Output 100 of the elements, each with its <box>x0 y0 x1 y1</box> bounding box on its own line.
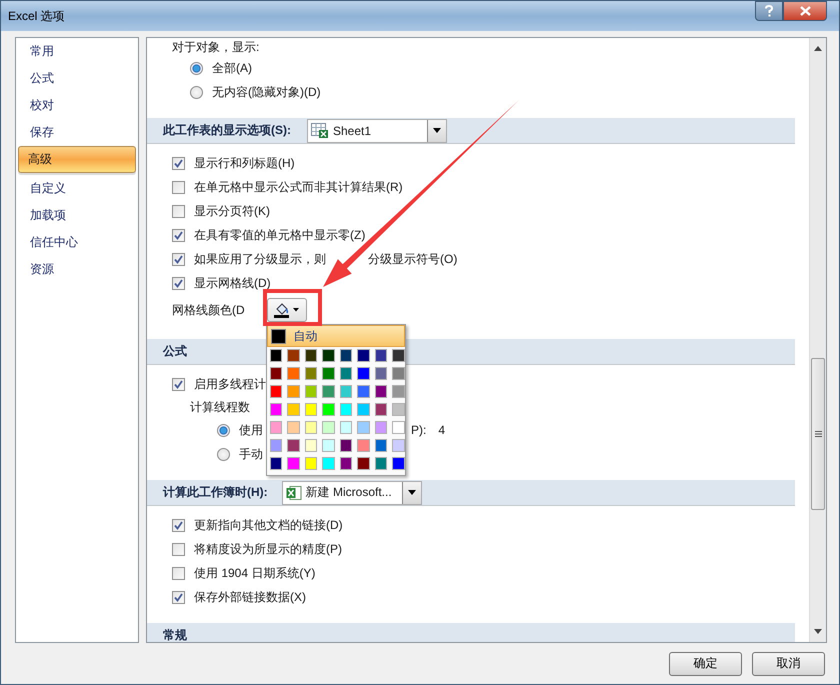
category-item[interactable]: 自定义 <box>18 175 136 202</box>
color-swatch[interactable] <box>374 385 388 398</box>
color-swatch[interactable] <box>270 403 282 416</box>
color-swatch[interactable] <box>357 349 370 362</box>
color-swatch[interactable] <box>340 439 352 452</box>
color-swatch[interactable] <box>304 367 318 380</box>
color-swatch[interactable] <box>270 367 282 380</box>
checkbox[interactable] <box>172 228 185 242</box>
checkbox[interactable] <box>172 180 185 194</box>
color-swatch[interactable] <box>322 349 335 362</box>
color-swatch[interactable] <box>374 403 388 416</box>
category-item[interactable]: 校对 <box>18 92 136 119</box>
color-swatch[interactable] <box>340 421 352 434</box>
scroll-down-icon[interactable] <box>814 629 822 634</box>
color-swatch[interactable] <box>270 349 282 362</box>
color-swatch[interactable] <box>304 349 318 362</box>
color-swatch[interactable] <box>304 421 318 434</box>
dialog-button[interactable]: 取消 <box>752 652 825 676</box>
color-swatch[interactable] <box>357 457 370 470</box>
color-swatch[interactable] <box>322 403 335 416</box>
section-title: 此工作表的显示选项(S): <box>163 122 291 139</box>
checkbox-label: 在具有零值的单元格中显示零(Z) <box>194 226 366 244</box>
color-swatch[interactable] <box>322 457 335 470</box>
radio-button[interactable] <box>217 424 230 436</box>
color-swatch[interactable] <box>287 421 300 434</box>
color-swatch[interactable] <box>392 349 405 362</box>
section-title: 常规 <box>163 627 187 642</box>
scroll-up-icon[interactable] <box>814 46 822 51</box>
radio-label: 无内容(隐藏对象)(D) <box>212 84 321 100</box>
scrollbar-thumb[interactable] <box>811 358 825 510</box>
radio-button[interactable] <box>190 62 203 74</box>
radio-button[interactable] <box>217 448 230 460</box>
color-swatch[interactable] <box>392 457 405 470</box>
checkbox-label: 更新指向其他文档的链接(D) <box>194 516 343 534</box>
checkbox[interactable] <box>172 276 185 290</box>
category-item[interactable]: 资源 <box>18 256 136 283</box>
color-swatch[interactable] <box>322 421 335 434</box>
color-swatch[interactable] <box>304 439 318 452</box>
checkbox[interactable] <box>172 204 185 218</box>
category-item[interactable]: 加载项 <box>18 202 136 229</box>
checkbox[interactable] <box>172 542 185 556</box>
color-swatch[interactable] <box>304 403 318 416</box>
color-swatch[interactable] <box>374 367 388 380</box>
color-swatch[interactable] <box>357 439 370 452</box>
color-swatch[interactable] <box>357 367 370 380</box>
radio-button[interactable] <box>190 86 203 98</box>
color-swatch[interactable] <box>304 457 318 470</box>
color-swatch[interactable] <box>357 385 370 398</box>
color-swatch[interactable] <box>287 403 300 416</box>
color-swatch[interactable] <box>322 385 335 398</box>
checkbox[interactable] <box>172 378 185 390</box>
color-swatch[interactable] <box>392 385 405 398</box>
close-button[interactable] <box>783 1 827 21</box>
color-swatch[interactable] <box>340 385 352 398</box>
category-item[interactable]: 高级 <box>18 146 136 173</box>
color-swatch[interactable] <box>357 421 370 434</box>
checkbox[interactable] <box>172 518 185 532</box>
color-swatch[interactable] <box>392 367 405 380</box>
color-swatch[interactable] <box>322 367 335 380</box>
color-swatch[interactable] <box>322 439 335 452</box>
color-swatch[interactable] <box>287 367 300 380</box>
color-swatch[interactable] <box>392 403 405 416</box>
color-swatch[interactable] <box>392 421 405 434</box>
radio-label: 使用 <box>239 422 263 438</box>
checkbox[interactable] <box>172 566 185 580</box>
color-swatch[interactable] <box>374 349 388 362</box>
color-swatch[interactable] <box>270 421 282 434</box>
checkbox[interactable] <box>172 156 185 170</box>
color-swatch[interactable] <box>340 349 352 362</box>
checkbox[interactable] <box>172 590 185 604</box>
dropdown-field[interactable]: 新建 Microsoft... <box>282 480 422 504</box>
color-swatch[interactable] <box>357 403 370 416</box>
color-swatch[interactable] <box>287 439 300 452</box>
checkbox-label: 保存外部链接数据(X) <box>194 588 306 606</box>
color-swatch[interactable] <box>270 385 282 398</box>
color-picker-button[interactable] <box>266 298 307 322</box>
paint-bucket-icon <box>272 302 301 318</box>
color-swatch[interactable] <box>287 385 300 398</box>
color-swatch[interactable] <box>340 403 352 416</box>
category-item[interactable]: 常用 <box>18 38 136 65</box>
color-swatch[interactable] <box>340 457 352 470</box>
checkbox[interactable] <box>172 252 185 266</box>
color-swatch[interactable] <box>374 421 388 434</box>
category-item[interactable]: 信任中心 <box>18 229 136 256</box>
color-swatch[interactable] <box>270 457 282 470</box>
color-swatch[interactable] <box>392 439 405 452</box>
automatic-color-option[interactable]: 自动 <box>266 325 405 347</box>
dialog-button[interactable]: 确定 <box>669 652 742 676</box>
dropdown-field[interactable]: Sheet1 <box>307 118 447 142</box>
color-swatch[interactable] <box>270 439 282 452</box>
help-button[interactable] <box>755 1 783 21</box>
color-swatch[interactable] <box>374 439 388 452</box>
color-swatch[interactable] <box>340 367 352 380</box>
color-swatch[interactable] <box>287 349 300 362</box>
color-swatch[interactable] <box>304 385 318 398</box>
scrollbar[interactable] <box>809 38 826 642</box>
color-swatch[interactable] <box>287 457 300 470</box>
category-item[interactable]: 保存 <box>18 119 136 146</box>
category-item[interactable]: 公式 <box>18 65 136 92</box>
color-swatch[interactable] <box>374 457 388 470</box>
